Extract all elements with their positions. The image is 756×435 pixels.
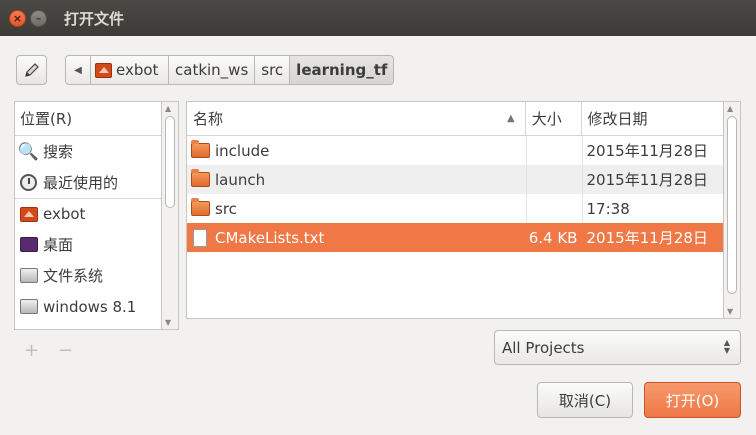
left-arrow-icon: ◀ [74, 64, 82, 76]
place-label: 桌面 [43, 236, 74, 254]
updown-arrows-icon: ▲ ▼ [723, 338, 730, 355]
file-name: include [215, 141, 270, 160]
scroll-up-icon: ▲ [165, 104, 172, 113]
file-row-selected[interactable]: CMakeLists.txt 6.4 KB 2015年11月28日 [187, 223, 723, 252]
minimize-window-button[interactable]: – [30, 10, 47, 27]
column-label: 修改日期 [587, 110, 648, 128]
file-name: launch [215, 170, 266, 189]
column-label: 大小 [531, 110, 562, 128]
title-bar: × – 打开文件 [0, 0, 756, 36]
type-location-button[interactable] [16, 55, 47, 85]
place-label: windows 8.1 [43, 297, 137, 316]
search-icon: 🔍 [17, 141, 40, 162]
file-row[interactable]: src 17:38 [187, 194, 723, 223]
file-row[interactable]: launch 2015年11月28日 [187, 165, 723, 194]
column-name-header[interactable]: 名称 ▲ [187, 102, 526, 135]
desktop-icon [19, 237, 38, 252]
column-size-header[interactable]: 大小 [526, 102, 582, 135]
scrollbar-thumb[interactable] [727, 116, 737, 294]
file-size: 6.4 KB [525, 223, 582, 252]
place-windows[interactable]: windows 8.1 [15, 291, 161, 322]
window-title: 打开文件 [64, 10, 125, 28]
crumb-catkin-ws[interactable]: catkin_ws [168, 55, 256, 85]
file-size [525, 165, 582, 194]
add-bookmark-button[interactable]: + [24, 340, 39, 361]
close-window-button[interactable]: × [9, 10, 26, 27]
path-back-button[interactable]: ◀ [65, 55, 91, 85]
file-name: CMakeLists.txt [215, 228, 325, 247]
folder-icon [191, 169, 210, 187]
folder-icon [191, 198, 210, 216]
place-label: 搜索 [43, 143, 74, 161]
scroll-down-icon: ▼ [727, 307, 734, 316]
file-date: 2015年11月28日 [581, 223, 723, 252]
scrollbar-thumb[interactable] [165, 116, 175, 208]
minimize-icon: – [35, 12, 42, 25]
file-size [525, 194, 582, 223]
path-bar: ◀ exbot catkin_ws src learning_tf [65, 55, 395, 85]
place-recent[interactable]: 最近使用的 [15, 167, 161, 198]
file-list: 名称 ▲ 大小 修改日期 include 2015年11月28日 launch … [186, 101, 724, 319]
file-type-filter-select[interactable]: All Projects ▲ ▼ [494, 330, 741, 365]
close-icon: × [12, 12, 23, 25]
text-file-icon [193, 228, 207, 247]
crumb-learning-tf[interactable]: learning_tf [289, 55, 395, 85]
crumb-label: catkin_ws [175, 61, 249, 79]
scroll-down-icon: ▼ [165, 318, 172, 327]
file-name: src [215, 199, 237, 218]
file-size [525, 136, 582, 165]
place-label: exbot [43, 205, 86, 223]
drive-icon [19, 299, 38, 314]
scroll-up-icon: ▲ [727, 104, 734, 113]
file-list-header: 名称 ▲ 大小 修改日期 [187, 102, 723, 136]
column-label: 名称 [193, 110, 224, 128]
crumb-label: exbot [116, 61, 159, 79]
drive-icon [19, 268, 38, 283]
file-date: 2015年11月28日 [581, 165, 723, 194]
file-row[interactable]: include 2015年11月28日 [187, 136, 723, 165]
places-header[interactable]: 位置(R) [15, 102, 161, 136]
file-date: 17:38 [581, 194, 723, 223]
filter-value: All Projects [502, 338, 585, 357]
place-exbot[interactable]: exbot [15, 198, 161, 229]
pencil-icon [24, 63, 39, 77]
open-button[interactable]: 打开(O) [644, 382, 741, 418]
crumb-src[interactable]: src [254, 55, 291, 85]
place-label: 软件 [43, 327, 73, 329]
place-filesystem[interactable]: 文件系统 [15, 260, 161, 291]
crumb-exbot[interactable]: exbot [90, 55, 169, 85]
column-date-header[interactable]: 修改日期 [582, 102, 723, 135]
sort-ascending-icon: ▲ [507, 113, 515, 124]
home-folder-icon [19, 206, 38, 222]
recent-icon [20, 174, 37, 191]
places-scrollbar[interactable]: ▲ ▼ [162, 101, 179, 330]
crumb-label: src [261, 61, 284, 79]
place-label: 最近使用的 [43, 174, 119, 192]
file-list-scrollbar[interactable]: ▲ ▼ [724, 101, 741, 319]
folder-icon [191, 140, 210, 158]
crumb-label: learning_tf [296, 61, 388, 79]
place-desktop[interactable]: 桌面 [15, 229, 161, 260]
remove-bookmark-button[interactable]: − [58, 340, 73, 361]
home-folder-icon [95, 62, 112, 78]
place-software[interactable]: 软件 [15, 322, 161, 329]
file-date: 2015年11月28日 [581, 136, 723, 165]
place-search[interactable]: 🔍 搜索 [15, 136, 161, 167]
places-sidebar: 位置(R) 🔍 搜索 最近使用的 exbot 桌面 文件系统 windows 8… [14, 101, 162, 330]
place-label: 文件系统 [43, 267, 104, 285]
cancel-button[interactable]: 取消(C) [537, 382, 633, 418]
